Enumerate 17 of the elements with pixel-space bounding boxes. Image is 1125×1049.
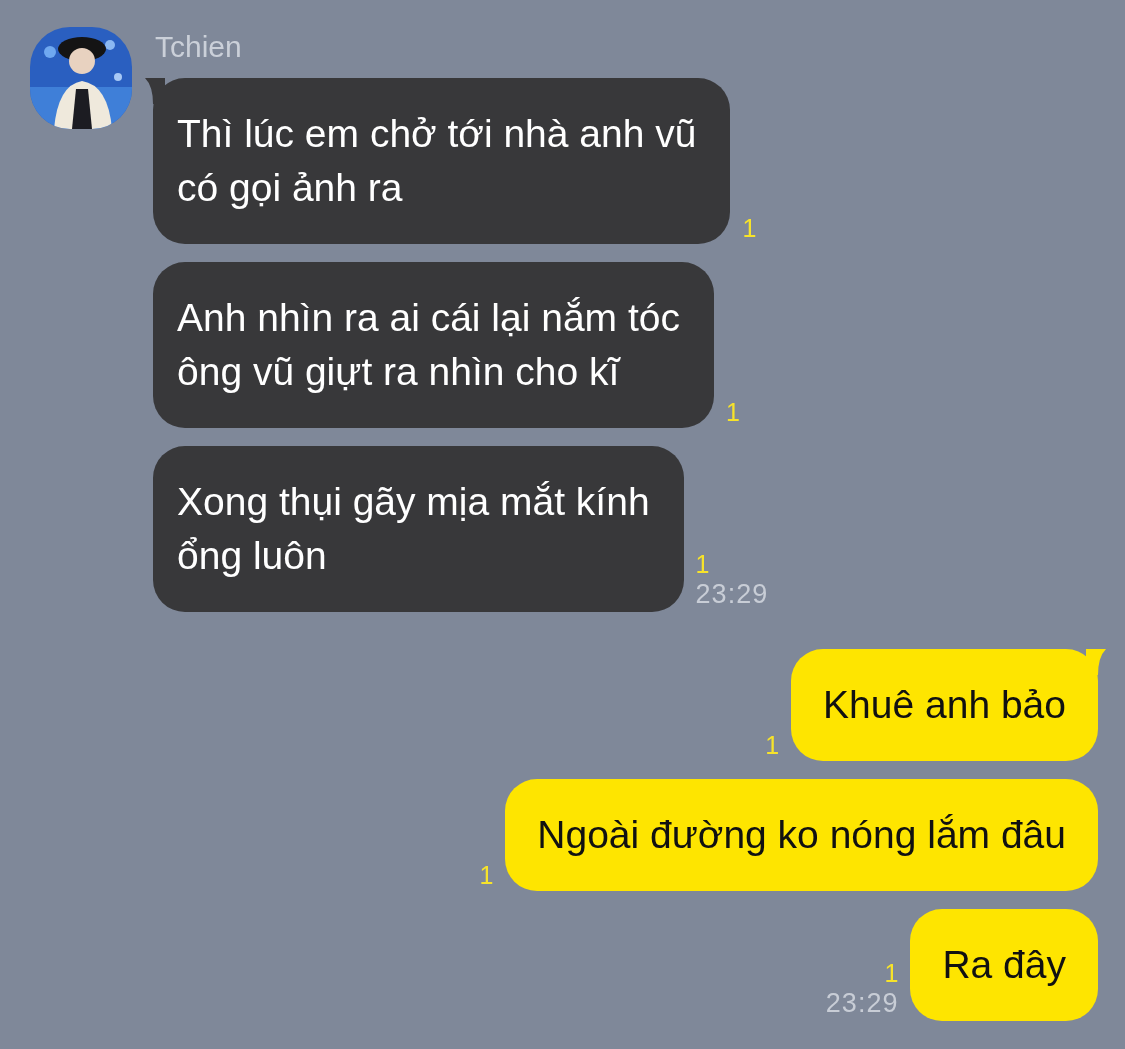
message-bubble: Khuê anh bảo [791,649,1098,761]
message-bubble: Xong thụi gãy mịa mắt kính ổng luôn [153,446,684,612]
unread-count: 1 [742,214,757,242]
message-time: 23:29 [825,987,899,1019]
bubble-tail [145,78,165,104]
unread-count: 1 [725,398,740,426]
message-bubble: Ra đây [910,909,1098,1021]
bubble-tail [1086,649,1106,675]
unread-count: 1 [695,550,710,578]
message-bubble: Ngoài đường ko nóng lắm đâu [505,779,1098,891]
unread-count: 1 [479,861,494,889]
sender-name: Tchien [155,29,242,65]
message-time: 23:29 [695,578,769,610]
message-bubble: Anh nhìn ra ai cái lại nắm tóc ông vũ giựt ra nhìn cho kĩ [153,262,714,428]
message-bubble: Thì lúc em chở tới nhà anh vũ có gọi ảnh ra [153,78,731,244]
unread-count: 1 [765,731,780,759]
unread-count: 1 [884,959,899,987]
